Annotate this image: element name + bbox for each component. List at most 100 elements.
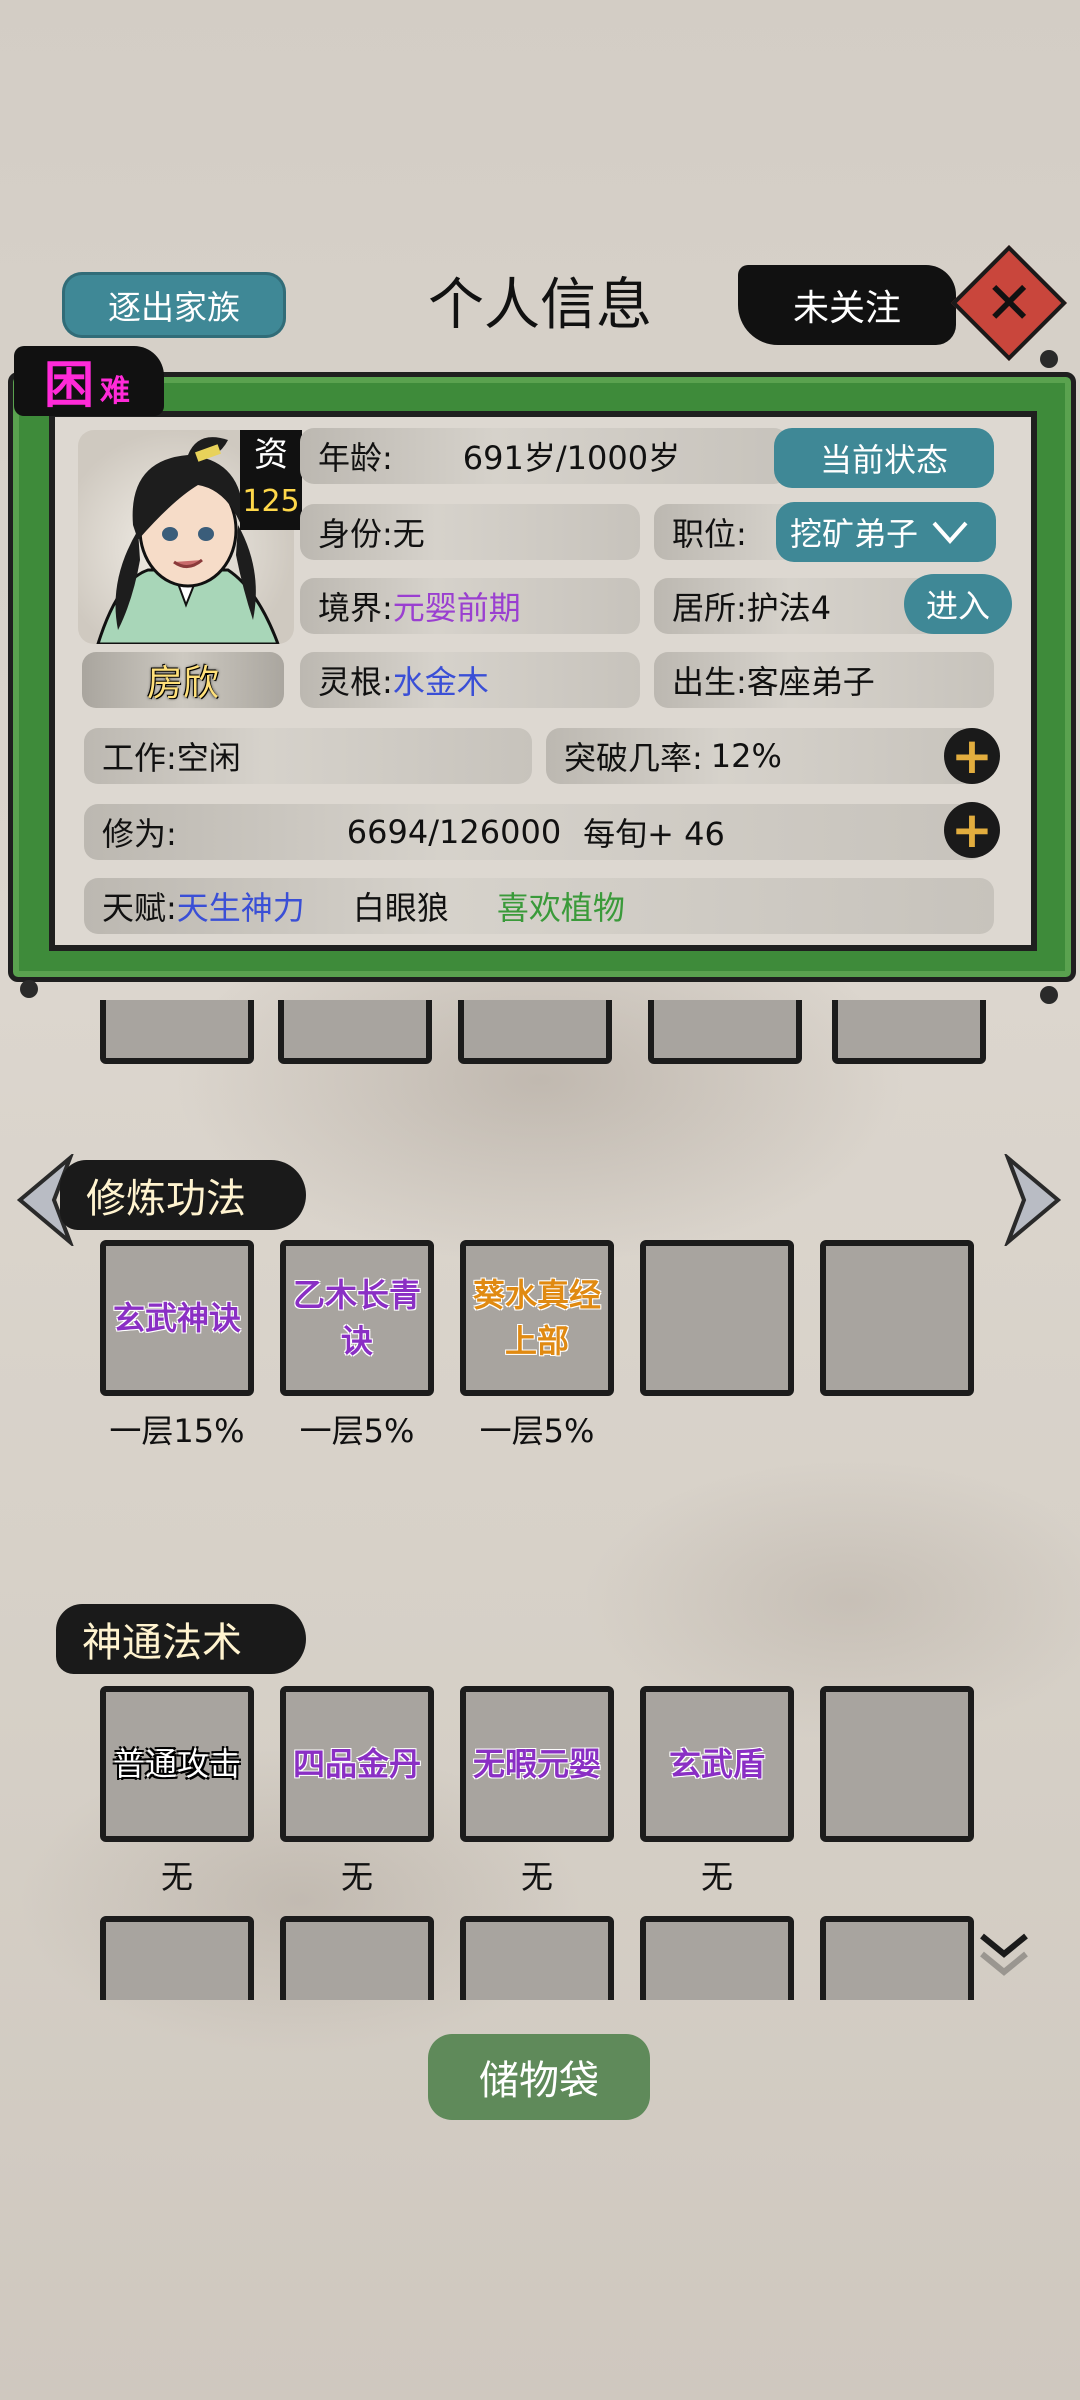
empty-spell-slot[interactable] xyxy=(820,1686,974,1842)
residence-label: 居所: xyxy=(672,589,747,627)
age-field: 年龄: 691岁/1000岁 xyxy=(300,428,788,484)
position-dropdown[interactable]: 挖矿弟子 xyxy=(776,502,996,562)
breakthrough-label: 突破几率: xyxy=(564,739,703,777)
spell-name: 普通攻击 xyxy=(112,1745,241,1783)
technique-level: 一层15% xyxy=(109,1412,245,1450)
age-label: 年龄: xyxy=(318,439,393,477)
enter-residence-button[interactable]: 进入 xyxy=(904,574,1012,634)
position-value: 挖矿弟子 xyxy=(790,515,919,553)
plus-icon: + xyxy=(951,727,993,785)
double-chevron-down-icon xyxy=(980,1933,1028,1976)
realm-value: 元婴前期 xyxy=(392,589,521,627)
technique-name: 玄武神诀 xyxy=(112,1299,241,1337)
chevron-right-icon xyxy=(1003,1151,1062,1249)
spell-level: 无 xyxy=(160,1858,193,1896)
work-value: 空闲 xyxy=(176,739,241,777)
work-field: 工作: 空闲 xyxy=(84,728,532,784)
position-label: 职位: xyxy=(672,515,747,553)
difficulty-badge: 困 难 xyxy=(14,346,164,416)
aptitude-value: 125 xyxy=(242,484,300,519)
empty-slot[interactable] xyxy=(278,1000,432,1064)
origin-field: 出生: 客座弟子 xyxy=(654,652,994,708)
spirit-root-field: 灵根: 水金木 xyxy=(300,652,640,708)
close-icon: ✕ xyxy=(984,268,1034,337)
cultivation-rate: 每旬+ 46 xyxy=(583,815,725,853)
aptitude-badge: 资 125 xyxy=(240,430,302,530)
breakthrough-plus-button[interactable]: + xyxy=(944,728,1000,784)
empty-spell-slot[interactable] xyxy=(820,1916,974,2000)
difficulty-char: 难 xyxy=(100,374,130,409)
talent-field: 天赋: 天生神力 白眼狼 喜欢植物 xyxy=(84,878,994,934)
technique-slot[interactable]: 葵水真经上部 xyxy=(460,1240,614,1396)
empty-spell-slot[interactable] xyxy=(280,1916,434,2000)
techniques-section-title: 修炼功法 xyxy=(60,1160,306,1230)
talent-item: 白眼狼 xyxy=(352,889,449,927)
current-status-button[interactable]: 当前状态 xyxy=(774,428,994,488)
talent-item: 喜欢植物 xyxy=(496,889,625,927)
spell-slot[interactable]: 普通攻击 xyxy=(100,1686,254,1842)
empty-spell-slot[interactable] xyxy=(100,1916,254,2000)
chevron-down-icon xyxy=(932,521,968,545)
talent-label: 天赋: xyxy=(102,889,177,927)
technique-name: 葵水真经上部 xyxy=(472,1276,601,1360)
origin-value: 客座弟子 xyxy=(746,663,875,701)
techniques-title-text: 修炼功法 xyxy=(86,1176,246,1222)
work-label: 工作: xyxy=(102,739,177,777)
spell-slot[interactable]: 四品金丹 xyxy=(280,1686,434,1842)
difficulty-char: 困 xyxy=(44,356,94,414)
empty-technique-slot[interactable] xyxy=(640,1240,794,1396)
spirit-root-value: 水金木 xyxy=(392,663,489,701)
scroll-roller-end xyxy=(1040,350,1058,368)
technique-slot[interactable]: 玄武神诀 xyxy=(100,1240,254,1396)
cultivation-plus-button[interactable]: + xyxy=(944,802,1000,858)
empty-spell-slot[interactable] xyxy=(640,1916,794,2000)
technique-slot[interactable]: 乙木长青诀 xyxy=(280,1240,434,1396)
spell-name: 四品金丹 xyxy=(292,1745,421,1783)
scroll-roller-end xyxy=(1040,986,1058,1004)
plus-icon: + xyxy=(951,801,993,859)
empty-slot[interactable] xyxy=(458,1000,612,1064)
breakthrough-field: 突破几率: 12% xyxy=(546,728,986,784)
empty-technique-slot[interactable] xyxy=(820,1240,974,1396)
partial-slot-row xyxy=(96,1000,996,1064)
spells-section-title: 神通法术 xyxy=(56,1604,306,1674)
expel-from-family-button[interactable]: 逐出家族 xyxy=(62,272,286,338)
close-button[interactable]: ✕ xyxy=(951,245,1067,361)
cultivation-field: 修为: 6694/126000 每旬+ 46 xyxy=(84,804,984,860)
spell-level: 无 xyxy=(520,1858,553,1896)
spells-title-text: 神通法术 xyxy=(82,1620,242,1666)
empty-slot[interactable] xyxy=(100,1000,254,1064)
empty-spell-slot[interactable] xyxy=(460,1916,614,2000)
technique-level: 一层5% xyxy=(479,1412,595,1450)
residence-value: 护法4 xyxy=(746,589,832,627)
expand-more-button[interactable] xyxy=(976,1930,1032,1984)
breakthrough-value: 12% xyxy=(710,737,782,775)
spell-level: 无 xyxy=(700,1858,733,1896)
realm-field: 境界: 元婴前期 xyxy=(300,578,640,634)
character-name: 房欣 xyxy=(82,652,284,708)
empty-slot[interactable] xyxy=(832,1000,986,1064)
identity-value: 无 xyxy=(392,515,425,553)
spell-slot[interactable]: 玄武盾 xyxy=(640,1686,794,1842)
character-name-text: 房欣 xyxy=(146,663,219,704)
follow-button[interactable]: 未关注 xyxy=(738,265,956,345)
cultivation-label: 修为: xyxy=(102,815,177,853)
realm-label: 境界: xyxy=(318,589,393,627)
storage-bag-button[interactable]: 储物袋 xyxy=(428,2034,650,2120)
scroll-roller-end xyxy=(20,980,38,998)
spell-level: 无 xyxy=(340,1858,373,1896)
aptitude-label: 资 xyxy=(254,435,288,475)
spell-name: 无暇元婴 xyxy=(472,1745,601,1783)
technique-level: 一层5% xyxy=(299,1412,415,1450)
age-value: 691岁/1000岁 xyxy=(462,439,681,477)
identity-field: 身份: 无 xyxy=(300,504,640,560)
partial-spell-row xyxy=(96,1916,996,2000)
technique-name: 乙木长青诀 xyxy=(292,1276,421,1360)
spell-name: 玄武盾 xyxy=(668,1745,765,1783)
cultivation-value: 6694/126000 xyxy=(346,813,562,851)
spirit-root-label: 灵根: xyxy=(318,663,393,701)
origin-label: 出生: xyxy=(672,663,747,701)
empty-slot[interactable] xyxy=(648,1000,802,1064)
page-title: 个人信息 xyxy=(428,273,652,338)
spell-slot[interactable]: 无暇元婴 xyxy=(460,1686,614,1842)
